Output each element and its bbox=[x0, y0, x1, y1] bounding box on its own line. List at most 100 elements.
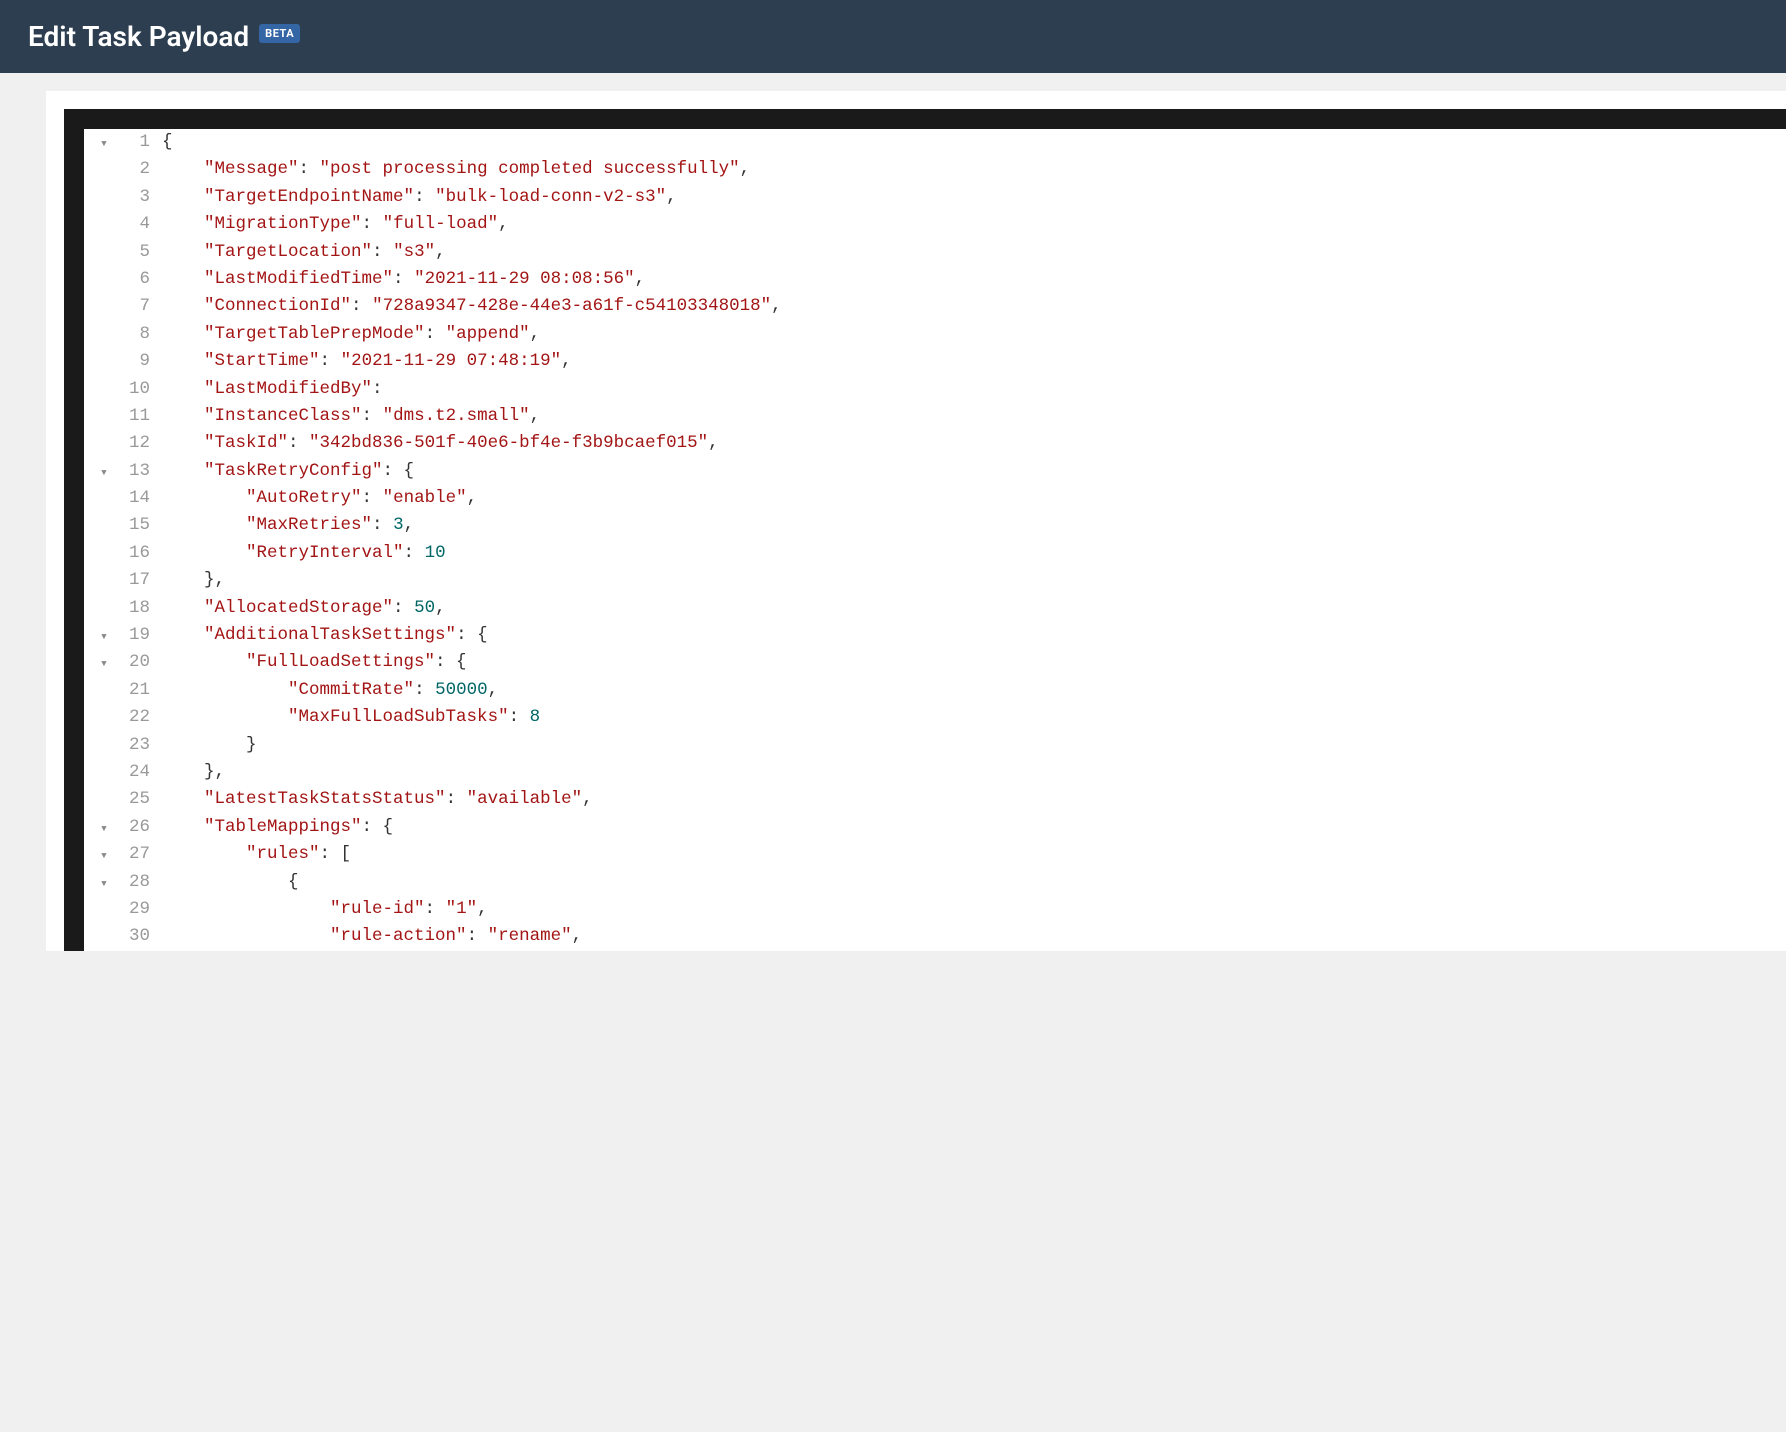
fold-marker bbox=[84, 403, 124, 430]
code-line[interactable]: "TargetTablePrepMode": "append", bbox=[162, 321, 1786, 348]
code-line[interactable]: "ConnectionId": "728a9347-428e-44e3-a61f… bbox=[162, 293, 1786, 320]
line-number: 8 bbox=[124, 321, 150, 348]
line-number: 26 bbox=[124, 814, 150, 841]
line-number: 20 bbox=[124, 649, 150, 676]
chevron-down-icon[interactable]: ▼ bbox=[84, 460, 124, 487]
editor-frame: ▼▼▼▼▼▼▼ 12345678910111213141516171819202… bbox=[64, 109, 1786, 951]
code-line[interactable]: "rules": [ bbox=[162, 841, 1786, 868]
fold-marker bbox=[84, 786, 124, 813]
line-number: 24 bbox=[124, 759, 150, 786]
line-number: 14 bbox=[124, 485, 150, 512]
line-number: 28 bbox=[124, 869, 150, 896]
fold-marker bbox=[84, 156, 124, 183]
code-line[interactable]: "CommitRate": 50000, bbox=[162, 677, 1786, 704]
line-number: 22 bbox=[124, 704, 150, 731]
code-line[interactable]: "LastModifiedBy": bbox=[162, 376, 1786, 403]
json-editor[interactable]: ▼▼▼▼▼▼▼ 12345678910111213141516171819202… bbox=[84, 129, 1786, 951]
line-number: 5 bbox=[124, 239, 150, 266]
code-line[interactable]: "Message": "post processing completed su… bbox=[162, 156, 1786, 183]
line-number: 13 bbox=[124, 458, 150, 485]
fold-marker bbox=[84, 512, 124, 539]
page-title: Edit Task Payload bbox=[28, 20, 249, 53]
code-line[interactable]: "AllocatedStorage": 50, bbox=[162, 595, 1786, 622]
line-number: 9 bbox=[124, 348, 150, 375]
chevron-down-icon[interactable]: ▼ bbox=[84, 624, 124, 651]
fold-marker bbox=[84, 321, 124, 348]
fold-marker bbox=[84, 567, 124, 594]
chevron-down-icon[interactable]: ▼ bbox=[84, 131, 124, 158]
code-line[interactable]: "RetryInterval": 10 bbox=[162, 540, 1786, 567]
code-line[interactable]: "LatestTaskStatsStatus": "available", bbox=[162, 786, 1786, 813]
line-number: 6 bbox=[124, 266, 150, 293]
code-line[interactable]: }, bbox=[162, 567, 1786, 594]
fold-marker bbox=[84, 732, 124, 759]
editor-gutter: ▼▼▼▼▼▼▼ 12345678910111213141516171819202… bbox=[84, 129, 156, 951]
chevron-down-icon[interactable]: ▼ bbox=[84, 651, 124, 678]
fold-marker[interactable]: ▼ bbox=[84, 814, 124, 841]
line-number-column: 1234567891011121314151617181920212223242… bbox=[124, 129, 156, 951]
fold-marker bbox=[84, 266, 124, 293]
line-number: 2 bbox=[124, 156, 150, 183]
line-number: 7 bbox=[124, 293, 150, 320]
code-content[interactable]: { "Message": "post processing completed … bbox=[156, 129, 1786, 951]
fold-marker bbox=[84, 540, 124, 567]
line-number: 12 bbox=[124, 430, 150, 457]
fold-marker[interactable]: ▼ bbox=[84, 622, 124, 649]
line-number: 30 bbox=[124, 923, 150, 950]
code-line[interactable]: }, bbox=[162, 759, 1786, 786]
chevron-down-icon[interactable]: ▼ bbox=[84, 871, 124, 898]
fold-marker[interactable]: ▼ bbox=[84, 458, 124, 485]
code-line[interactable]: "rule-action": "rename", bbox=[162, 923, 1786, 950]
code-line[interactable]: "TargetEndpointName": "bulk-load-conn-v2… bbox=[162, 184, 1786, 211]
fold-marker bbox=[84, 704, 124, 731]
code-line[interactable]: "rule-id": "1", bbox=[162, 896, 1786, 923]
page-header: Edit Task Payload BETA bbox=[0, 0, 1786, 73]
line-number: 29 bbox=[124, 896, 150, 923]
code-line[interactable]: "TargetLocation": "s3", bbox=[162, 239, 1786, 266]
code-line[interactable]: "AdditionalTaskSettings": { bbox=[162, 622, 1786, 649]
fold-marker bbox=[84, 430, 124, 457]
editor-outer-container: ▼▼▼▼▼▼▼ 12345678910111213141516171819202… bbox=[46, 91, 1786, 951]
fold-marker bbox=[84, 293, 124, 320]
code-line[interactable]: "TableMappings": { bbox=[162, 814, 1786, 841]
line-number: 16 bbox=[124, 540, 150, 567]
code-line[interactable]: "StartTime": "2021-11-29 07:48:19", bbox=[162, 348, 1786, 375]
line-number: 10 bbox=[124, 376, 150, 403]
code-line[interactable]: "LastModifiedTime": "2021-11-29 08:08:56… bbox=[162, 266, 1786, 293]
fold-marker[interactable]: ▼ bbox=[84, 841, 124, 868]
fold-marker bbox=[84, 376, 124, 403]
code-line[interactable]: "FullLoadSettings": { bbox=[162, 649, 1786, 676]
line-number: 11 bbox=[124, 403, 150, 430]
code-line[interactable]: "TaskRetryConfig": { bbox=[162, 458, 1786, 485]
chevron-down-icon[interactable]: ▼ bbox=[84, 816, 124, 843]
fold-marker bbox=[84, 923, 124, 950]
code-line[interactable]: { bbox=[162, 869, 1786, 896]
line-number: 4 bbox=[124, 211, 150, 238]
fold-marker bbox=[84, 184, 124, 211]
line-number: 18 bbox=[124, 595, 150, 622]
beta-badge: BETA bbox=[259, 24, 300, 43]
fold-marker bbox=[84, 896, 124, 923]
line-number: 25 bbox=[124, 786, 150, 813]
fold-marker bbox=[84, 485, 124, 512]
chevron-down-icon[interactable]: ▼ bbox=[84, 843, 124, 870]
code-line[interactable]: "MaxRetries": 3, bbox=[162, 512, 1786, 539]
line-number: 27 bbox=[124, 841, 150, 868]
line-number: 1 bbox=[124, 129, 150, 156]
code-line[interactable]: "MigrationType": "full-load", bbox=[162, 211, 1786, 238]
code-line[interactable]: "AutoRetry": "enable", bbox=[162, 485, 1786, 512]
code-line[interactable]: "TaskId": "342bd836-501f-40e6-bf4e-f3b9b… bbox=[162, 430, 1786, 457]
line-number: 19 bbox=[124, 622, 150, 649]
fold-marker[interactable]: ▼ bbox=[84, 649, 124, 676]
fold-marker[interactable]: ▼ bbox=[84, 869, 124, 896]
line-number: 15 bbox=[124, 512, 150, 539]
fold-marker bbox=[84, 595, 124, 622]
fold-marker bbox=[84, 677, 124, 704]
line-number: 3 bbox=[124, 184, 150, 211]
code-line[interactable]: } bbox=[162, 732, 1786, 759]
fold-column: ▼▼▼▼▼▼▼ bbox=[84, 129, 124, 951]
code-line[interactable]: "MaxFullLoadSubTasks": 8 bbox=[162, 704, 1786, 731]
code-line[interactable]: { bbox=[162, 129, 1786, 156]
code-line[interactable]: "InstanceClass": "dms.t2.small", bbox=[162, 403, 1786, 430]
fold-marker[interactable]: ▼ bbox=[84, 129, 124, 156]
